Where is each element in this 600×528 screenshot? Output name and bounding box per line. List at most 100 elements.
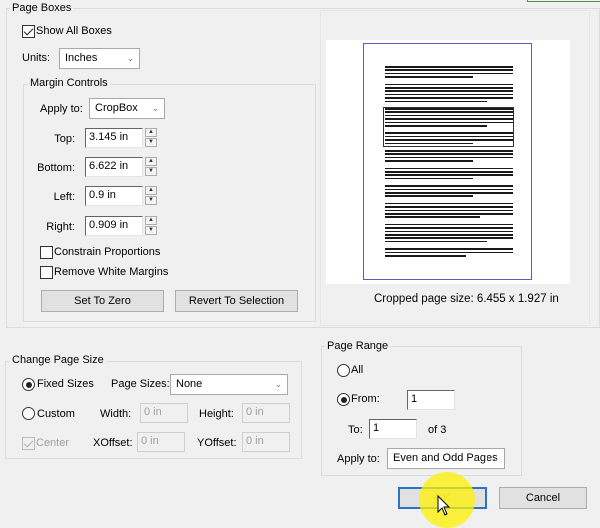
to-label: To: [348,424,363,436]
units-value: Inches [65,52,98,64]
spin-up-icon[interactable]: ▲ [145,186,157,195]
to-input[interactable]: 1 [369,419,417,439]
text-line [385,177,473,180]
page-boxes-title: Page Boxes [10,2,74,14]
spin-up-icon[interactable]: ▲ [145,157,157,166]
constrain-proportions-checkbox[interactable] [40,246,53,259]
show-all-boxes-label: Show All Boxes [36,25,112,37]
right-spinner[interactable]: ▲ ▼ [145,216,157,236]
height-label: Height: [199,408,234,420]
text-line [385,237,513,239]
spin-down-icon[interactable]: ▼ [145,226,157,235]
bottom-spinner[interactable]: ▲ ▼ [145,157,157,177]
text-line [385,192,513,194]
page-sizes-label: Page Sizes: [111,378,170,390]
fixed-sizes-radio[interactable] [22,378,35,391]
text-line [385,174,513,176]
page-range-apply-to-value: Even and Odd Pages [393,452,498,464]
text-line [385,97,513,99]
text-line [385,66,513,68]
from-input[interactable]: 1 [407,390,455,410]
units-label: Units: [22,52,51,64]
from-label: From: [351,393,380,405]
text-line [385,251,513,254]
constrain-proportions-label: Constrain Proportions [54,246,161,258]
page-sizes-dropdown[interactable]: None ⌄ [170,374,288,395]
margin-apply-to-value: CropBox [95,102,138,114]
text-line [385,206,513,208]
right-input[interactable]: 0.909 in [85,216,143,236]
top-input[interactable]: 3.145 in [85,128,143,148]
show-all-boxes-checkbox[interactable] [22,25,35,38]
text-line [385,230,513,233]
text-line [385,248,513,250]
text-line [385,83,513,86]
left-input[interactable]: 0.9 in [85,186,143,206]
text-line [385,255,466,257]
spin-down-icon[interactable]: ▼ [145,196,157,205]
text-line [385,87,513,89]
remove-white-margins-checkbox[interactable] [40,266,53,279]
width-input[interactable]: 0 in [140,403,188,423]
xoffset-label: XOffset: [93,437,133,449]
height-input[interactable]: 0 in [242,403,290,423]
left-spinner[interactable]: ▲ ▼ [145,186,157,206]
text-line [385,69,513,71]
text-line [385,223,513,226]
text-line [385,195,473,197]
text-line [385,234,513,236]
page-thumbnail [363,43,532,280]
text-line [385,156,513,159]
text-line [385,160,473,162]
bottom-input[interactable]: 6.622 in [85,157,143,177]
set-to-zero-button[interactable]: Set To Zero [41,290,164,312]
left-label: Left: [53,191,75,203]
width-label: Width: [100,408,132,420]
spin-up-icon[interactable]: ▲ [145,128,157,137]
xoffset-input[interactable]: 0 in [137,432,185,452]
crop-box-rectangle [383,107,514,147]
units-dropdown[interactable]: Inches ⌄ [59,48,140,69]
text-line [385,202,513,205]
margin-controls-title: Margin Controls [28,77,110,89]
text-line [385,153,513,155]
from-radio[interactable] [337,393,350,406]
text-line [385,209,513,212]
all-pages-radio[interactable] [337,364,350,377]
chevron-down-icon: ⌄ [269,375,287,394]
text-line [385,100,487,103]
text-line [385,150,513,152]
text-line [385,90,513,92]
chevron-down-icon: ⌄ [146,99,164,118]
top-spinner[interactable]: ▲ ▼ [145,128,157,148]
spin-down-icon[interactable]: ▼ [145,167,157,176]
spin-down-icon[interactable]: ▼ [145,138,157,147]
cropped-page-size: Cropped page size: 6.455 x 1.927 in [374,293,559,305]
text-line [385,76,473,78]
text-line [385,167,513,170]
spin-up-icon[interactable]: ▲ [145,216,157,225]
center-checkbox[interactable] [22,437,35,450]
bottom-label: Bottom: [37,162,75,174]
mouse-cursor-icon [437,495,451,516]
change-page-size-title: Change Page Size [10,354,106,366]
text-line [385,171,513,173]
revert-to-selection-button[interactable]: Revert To Selection [175,290,298,312]
page-count-label: of 3 [428,424,447,436]
text-line [385,185,513,187]
cancel-button[interactable]: Cancel [499,487,587,509]
text-line [385,216,480,218]
text-line [385,213,513,215]
right-label: Right: [46,221,75,233]
margin-controls-group-bottom [23,84,316,322]
remove-white-margins-label: Remove White Margins [54,266,169,278]
text-line [385,72,513,75]
margin-apply-to-label: Apply to: [40,103,83,115]
center-label: Center [36,437,70,449]
yoffset-input[interactable]: 0 in [242,432,290,452]
partial-window-edge [527,0,600,2]
page-range-apply-to-dropdown[interactable]: Even and Odd Pages ⌄ [387,448,505,469]
custom-radio[interactable] [22,407,35,420]
margin-apply-to-dropdown[interactable]: CropBox ⌄ [89,98,165,119]
all-pages-label: All [351,364,364,376]
